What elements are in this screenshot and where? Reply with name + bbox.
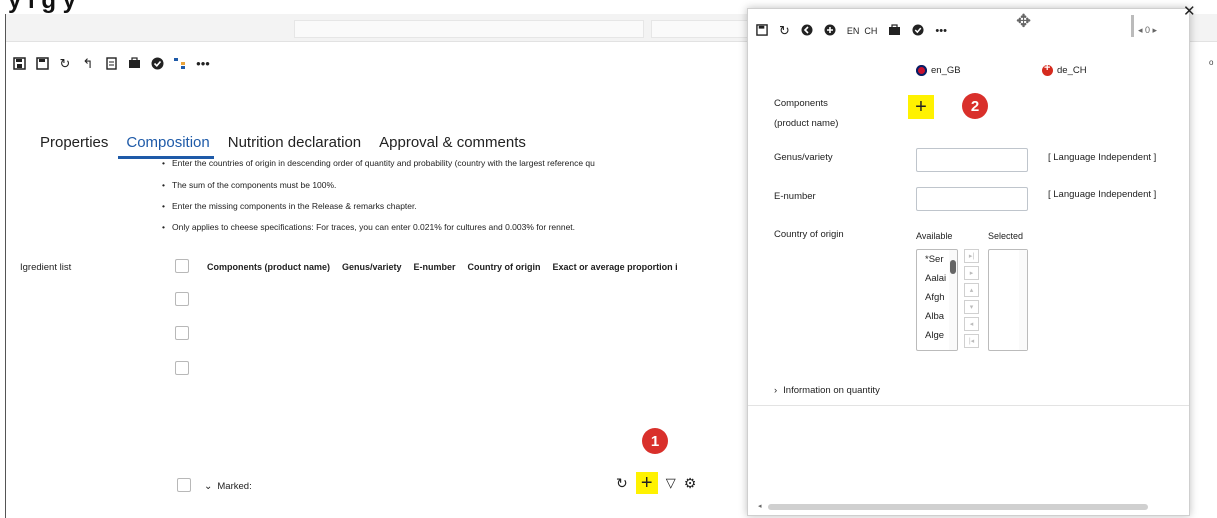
refresh-icon[interactable]: ↻ bbox=[779, 23, 790, 39]
note-item: The sum of the components must be 100%. bbox=[162, 180, 336, 190]
lang-column-en: en_GB bbox=[916, 65, 961, 76]
close-icon[interactable]: ✕ bbox=[1183, 2, 1196, 20]
marked-toggle[interactable]: ⌄ Marked: bbox=[204, 481, 252, 492]
marked-label: Marked: bbox=[217, 481, 252, 492]
briefcase-icon[interactable] bbox=[888, 23, 901, 39]
step-badge-1: 1 bbox=[642, 428, 668, 454]
refresh-icon[interactable]: ↻ bbox=[58, 56, 72, 70]
tab-composition[interactable]: Composition bbox=[126, 134, 209, 151]
lang-independent-label: [ Language Independent ] bbox=[1048, 152, 1157, 163]
tab-properties[interactable]: Properties bbox=[40, 134, 108, 151]
components-label-sub: (product name) bbox=[774, 118, 839, 129]
lang-label-en: en_GB bbox=[931, 65, 961, 76]
note-item: Enter the missing components in the Rele… bbox=[162, 201, 417, 211]
genus-label: Genus/variety bbox=[774, 152, 833, 163]
tab-approval-comments[interactable]: Approval & comments bbox=[379, 134, 526, 151]
add-row-button[interactable]: + bbox=[635, 472, 658, 494]
column-components[interactable]: Components (product name) bbox=[207, 262, 330, 272]
information-on-quantity-toggle[interactable]: › Information on quantity bbox=[774, 385, 880, 396]
document-icon[interactable] bbox=[104, 56, 118, 70]
move-all-right-button[interactable]: ▸| bbox=[964, 249, 979, 263]
pager-count: 0 bbox=[1145, 25, 1151, 35]
lang-independent-label: [ Language Independent ] bbox=[1048, 189, 1157, 200]
move-icon[interactable]: ✥ bbox=[1016, 11, 1031, 32]
filter-icon[interactable]: ▽ bbox=[666, 475, 676, 491]
move-all-left-button[interactable]: |◂ bbox=[964, 334, 979, 348]
component-dialog: ↻ EN CH ••• ✥ ◂ 0 ▸ en_GB de_CH Componen… bbox=[747, 8, 1190, 516]
column-country-of-origin[interactable]: Country of origin bbox=[468, 262, 541, 272]
dialog-toolbar: ↻ EN CH ••• bbox=[756, 23, 947, 39]
move-down-button[interactable]: ▾ bbox=[964, 300, 979, 314]
uk-flag-icon bbox=[916, 65, 927, 76]
banner-text: y i g y bbox=[8, 0, 77, 14]
tab-bar: Properties Composition Nutrition declara… bbox=[40, 134, 526, 151]
available-countries-list[interactable]: *Ser Aalai Afgh Alba Alge bbox=[916, 249, 958, 351]
move-left-button[interactable]: ◂ bbox=[964, 317, 979, 331]
ingredient-table-header: Components (product name) Genus/variety … bbox=[207, 262, 678, 272]
tab-nutrition-declaration[interactable]: Nutrition declaration bbox=[228, 134, 361, 151]
toolbar-divider bbox=[1131, 15, 1134, 37]
transfer-buttons: ▸| ▸ ▴ ▾ ◂ |◂ bbox=[964, 249, 980, 348]
row-checkbox[interactable] bbox=[175, 326, 189, 340]
e-number-input[interactable] bbox=[916, 187, 1028, 211]
main-toolbar: ↻ ↰ ••• bbox=[12, 52, 210, 74]
check-circle-icon[interactable] bbox=[912, 23, 924, 39]
chevron-down-icon: ⌄ bbox=[204, 481, 213, 492]
lang-code-ch[interactable]: CH bbox=[864, 26, 877, 36]
selected-heading: Selected bbox=[988, 231, 1024, 241]
list-toolbar: ↻ + ▽ ⚙ bbox=[616, 472, 696, 494]
top-field-1[interactable] bbox=[294, 20, 644, 38]
select-all-checkbox[interactable] bbox=[175, 259, 189, 273]
more-icon[interactable]: ••• bbox=[196, 56, 210, 70]
lang-label-de: de_CH bbox=[1057, 65, 1087, 76]
scrollbar-thumb[interactable] bbox=[950, 260, 956, 274]
more-icon[interactable]: ••• bbox=[935, 25, 947, 37]
save-as-icon[interactable] bbox=[12, 56, 26, 70]
info-quantity-label: Information on quantity bbox=[783, 385, 880, 396]
marked-checkbox[interactable] bbox=[177, 478, 191, 492]
save-icon[interactable] bbox=[35, 56, 49, 70]
column-e-number[interactable]: E-number bbox=[414, 262, 456, 272]
divider bbox=[748, 405, 1189, 406]
chevron-right-icon: › bbox=[774, 385, 778, 396]
row-checkbox[interactable] bbox=[175, 292, 189, 306]
move-right-button[interactable]: ▸ bbox=[964, 266, 979, 280]
note-item: Only applies to cheese specifications: F… bbox=[162, 222, 575, 232]
pager[interactable]: ◂ 0 ▸ bbox=[1138, 25, 1157, 36]
scrollbar[interactable] bbox=[1019, 250, 1027, 350]
circle-plus-icon[interactable] bbox=[824, 24, 836, 39]
row-checkbox[interactable] bbox=[175, 361, 189, 375]
country-label: Country of origin bbox=[774, 229, 844, 240]
save-icon[interactable] bbox=[756, 23, 768, 39]
add-component-button[interactable]: + bbox=[908, 95, 934, 119]
lang-column-de: de_CH bbox=[1042, 62, 1087, 76]
gear-icon[interactable]: ⚙ bbox=[684, 475, 697, 492]
tree-icon[interactable] bbox=[173, 56, 187, 70]
lang-code-en[interactable]: EN bbox=[847, 26, 860, 36]
components-label: Components bbox=[774, 98, 828, 109]
scrollbar[interactable] bbox=[949, 250, 957, 350]
right-edge-text: o bbox=[1209, 58, 1214, 67]
step-badge-2: 2 bbox=[962, 93, 988, 119]
swiss-flag-icon bbox=[1042, 62, 1053, 76]
horizontal-scrollbar[interactable]: ◂ bbox=[758, 503, 1168, 511]
top-field-2[interactable] bbox=[651, 20, 751, 38]
scrollbar-thumb[interactable] bbox=[768, 504, 1148, 510]
refresh-icon[interactable]: ↻ bbox=[616, 475, 628, 492]
genus-variety-input[interactable] bbox=[916, 148, 1028, 172]
enumber-label: E-number bbox=[774, 191, 816, 202]
available-heading: Available bbox=[916, 231, 953, 241]
move-up-button[interactable]: ▴ bbox=[964, 283, 979, 297]
column-genus-variety[interactable]: Genus/variety bbox=[342, 262, 402, 272]
left-border bbox=[5, 14, 6, 518]
ingredient-list-label: Igredient list bbox=[20, 262, 72, 273]
note-item: Enter the countries of origin in descend… bbox=[162, 158, 595, 168]
undo-icon[interactable]: ↰ bbox=[81, 56, 95, 70]
briefcase-icon[interactable] bbox=[127, 56, 141, 70]
column-proportion[interactable]: Exact or average proportion i bbox=[553, 262, 678, 272]
scroll-left-icon[interactable]: ◂ bbox=[758, 502, 762, 510]
check-circle-icon[interactable] bbox=[150, 56, 164, 70]
circle-left-icon[interactable] bbox=[801, 24, 813, 39]
selected-countries-list[interactable] bbox=[988, 249, 1028, 351]
